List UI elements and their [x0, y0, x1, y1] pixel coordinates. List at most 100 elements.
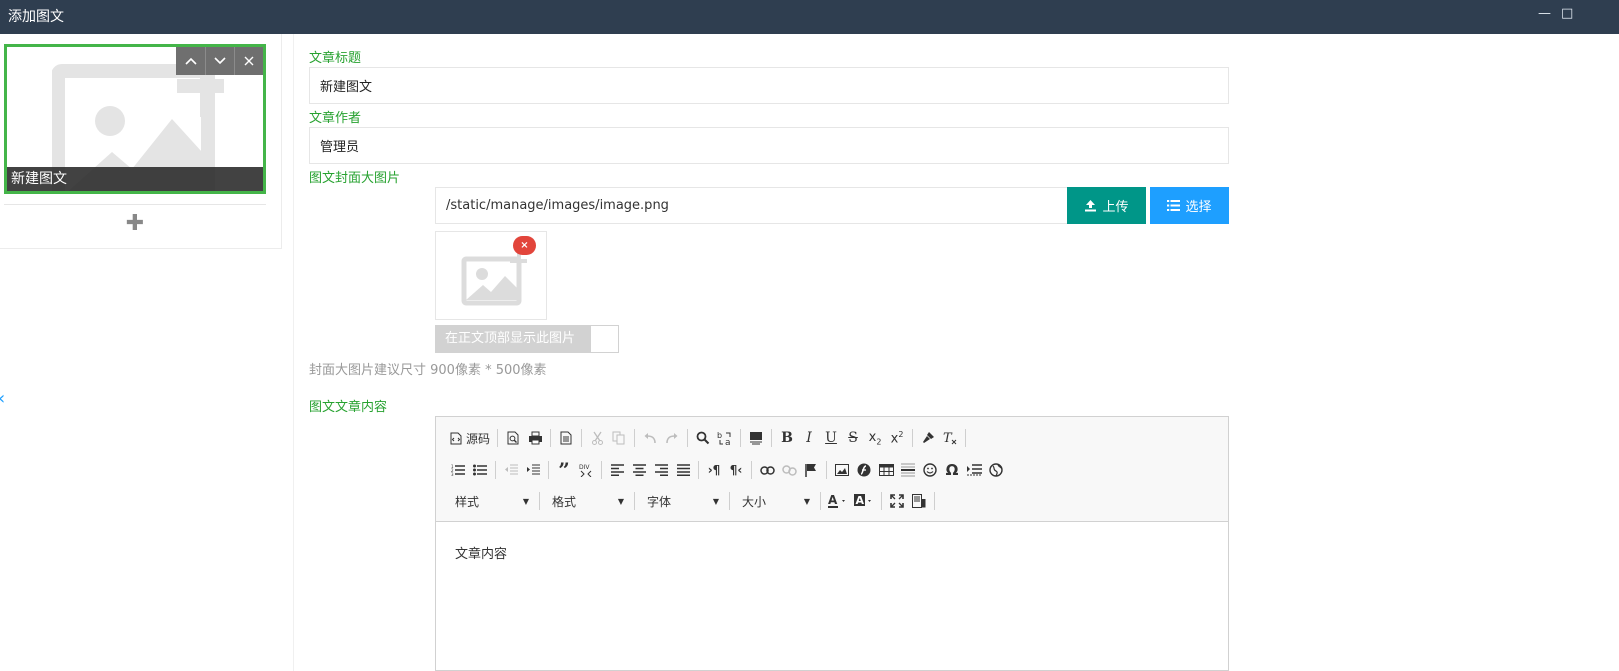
- minimize-button[interactable]: —: [1538, 6, 1551, 22]
- table-icon: [878, 464, 894, 476]
- rtl-button[interactable]: ¶‹: [725, 459, 747, 481]
- flash-button[interactable]: [853, 459, 875, 481]
- bulleted-list-button[interactable]: [469, 459, 491, 481]
- replace-icon: ba: [717, 431, 731, 446]
- separator: [965, 429, 967, 447]
- blockquote-button[interactable]: ”: [553, 459, 575, 481]
- thumbnail-controls: [176, 47, 263, 75]
- author-input[interactable]: [309, 127, 1229, 164]
- subscript-button[interactable]: x2: [864, 427, 886, 449]
- select-button[interactable]: 选择: [1150, 187, 1229, 224]
- search-icon: [696, 431, 710, 445]
- editor-toolbar: 源码 ba B I U S x2 x2 T 1 2 3 ” DIV ›¶ ¶‹ …: [436, 417, 1228, 522]
- source-label: 源码: [466, 431, 491, 446]
- remove-cover-button[interactable]: ×: [513, 236, 536, 255]
- author-label: 文章作者: [309, 111, 362, 126]
- separator: [820, 492, 821, 510]
- show-blocks-icon: [912, 494, 926, 508]
- title-input[interactable]: [309, 67, 1229, 104]
- svg-text:T: T: [943, 431, 953, 445]
- smiley-button[interactable]: [919, 459, 941, 481]
- cover-path-input[interactable]: [435, 187, 1068, 224]
- select-all-icon: [750, 432, 763, 445]
- separator: [634, 492, 635, 510]
- special-char-button[interactable]: Ω: [941, 459, 963, 481]
- source-button[interactable]: 源码: [447, 427, 493, 449]
- collapse-panel-button[interactable]: ‹: [0, 388, 5, 409]
- preview-icon: [507, 431, 519, 445]
- smiley-icon: [923, 463, 937, 477]
- underline-button[interactable]: U: [820, 427, 842, 449]
- superscript-button[interactable]: x2: [886, 427, 908, 449]
- cut-icon: [591, 431, 603, 445]
- style-dropdown[interactable]: 样式 ▼: [447, 491, 535, 511]
- copy-icon: [612, 431, 625, 445]
- iframe-button[interactable]: [985, 459, 1007, 481]
- globe-icon: [989, 463, 1003, 477]
- svg-text:A: A: [828, 494, 838, 507]
- anchor-button[interactable]: [800, 459, 822, 481]
- size-dropdown-label: 大小: [742, 494, 767, 509]
- chevron-down-icon: ▼: [617, 496, 624, 506]
- numbered-list-button[interactable]: 123: [447, 459, 469, 481]
- show-in-body-toggle[interactable]: 在正文顶部显示此图片: [435, 325, 619, 353]
- italic-button[interactable]: I: [798, 427, 820, 449]
- ltr-button[interactable]: ›¶: [703, 459, 725, 481]
- copy-format-button[interactable]: [917, 427, 939, 449]
- chevron-down-icon: ▼: [803, 496, 810, 506]
- remove-format-button[interactable]: T: [939, 427, 961, 449]
- font-dropdown[interactable]: 字体 ▼: [639, 491, 725, 511]
- align-center-button[interactable]: [628, 459, 650, 481]
- upload-label: 上传: [1102, 200, 1129, 215]
- show-blocks-button[interactable]: [908, 490, 930, 512]
- page-break-button[interactable]: [963, 459, 985, 481]
- add-article-button[interactable]: ✚: [125, 213, 145, 235]
- maximize-button[interactable]: □: [1561, 6, 1573, 22]
- align-left-icon: [610, 464, 624, 476]
- background-color-button[interactable]: A: [851, 490, 877, 512]
- page-break-icon: [967, 464, 982, 476]
- bold-button[interactable]: B: [776, 427, 798, 449]
- size-dropdown[interactable]: 大小 ▼: [734, 491, 816, 511]
- outdent-button[interactable]: [500, 459, 522, 481]
- align-left-button[interactable]: [606, 459, 628, 481]
- justify-button[interactable]: [672, 459, 694, 481]
- delete-article-button[interactable]: [234, 47, 263, 75]
- align-right-button[interactable]: [650, 459, 672, 481]
- strikethrough-button[interactable]: S: [842, 427, 864, 449]
- separator: [497, 429, 499, 447]
- preview-button[interactable]: [502, 427, 524, 449]
- upload-button[interactable]: 上传: [1067, 187, 1146, 224]
- text-color-button[interactable]: A: [825, 490, 851, 512]
- separator: [881, 492, 882, 510]
- separator: [634, 429, 636, 447]
- maximize-editor-button[interactable]: [886, 490, 908, 512]
- image-button[interactable]: [831, 459, 853, 481]
- select-all-button[interactable]: [745, 427, 767, 449]
- panel-divider: [293, 34, 294, 671]
- move-down-button[interactable]: [205, 47, 234, 75]
- undo-button[interactable]: [639, 427, 661, 449]
- templates-button[interactable]: [555, 427, 577, 449]
- editor-content[interactable]: 文章内容: [436, 522, 1228, 583]
- horizontal-rule-button[interactable]: [897, 459, 919, 481]
- copy-button[interactable]: [608, 427, 630, 449]
- redo-button[interactable]: [661, 427, 683, 449]
- subscript-icon: x2: [868, 429, 882, 447]
- unlink-button[interactable]: [778, 459, 800, 481]
- separator: [698, 461, 699, 479]
- replace-button[interactable]: ba: [714, 427, 736, 449]
- indent-button[interactable]: [522, 459, 544, 481]
- find-button[interactable]: [692, 427, 714, 449]
- div-container-button[interactable]: DIV: [575, 459, 597, 481]
- article-thumbnail[interactable]: 新建图文: [4, 44, 266, 194]
- toggle-knob: [591, 326, 618, 352]
- table-button[interactable]: [875, 459, 897, 481]
- cut-button[interactable]: [586, 427, 608, 449]
- print-button[interactable]: [524, 427, 546, 449]
- format-dropdown[interactable]: 格式 ▼: [544, 491, 630, 511]
- link-button[interactable]: [756, 459, 778, 481]
- italic-icon: I: [806, 430, 812, 446]
- ltr-icon: ›¶: [707, 463, 721, 477]
- move-up-button[interactable]: [176, 47, 205, 75]
